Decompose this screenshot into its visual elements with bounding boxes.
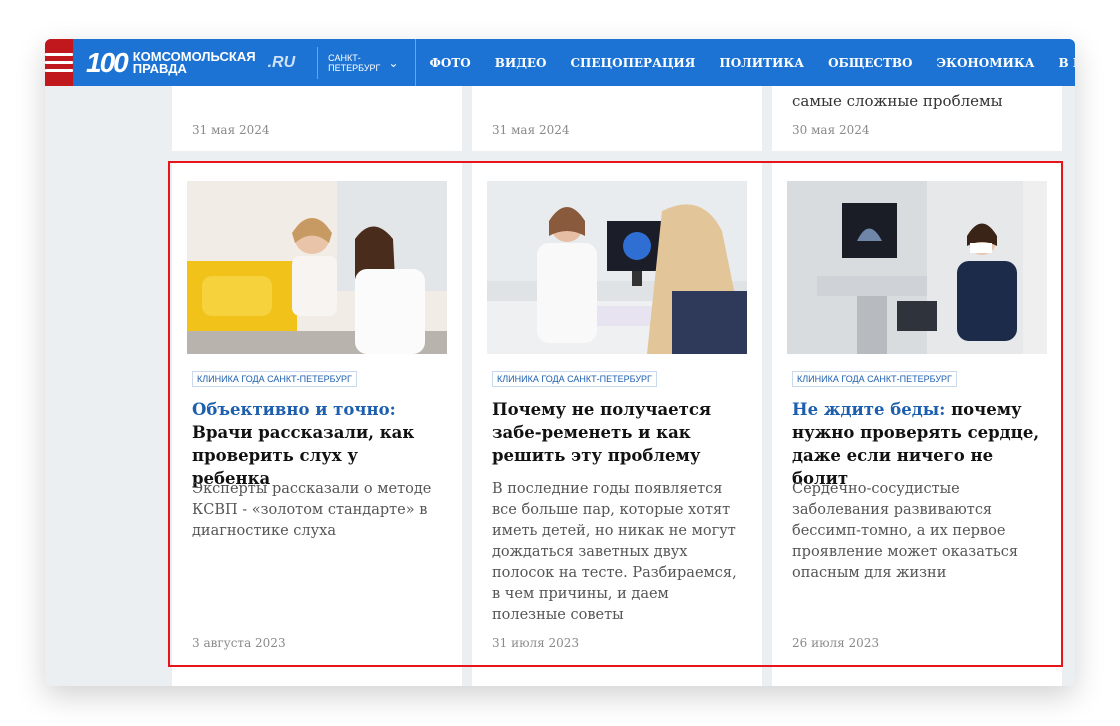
article-title[interactable]: Не ждите беды: почему нужно проверять се… <box>792 398 1040 490</box>
browser-frame: 100 Комсомольская правда .RU Санкт- Пете… <box>45 39 1075 686</box>
article-tag[interactable]: Клиника года Санкт-Петербург <box>492 371 657 387</box>
city-line-1: Санкт- <box>328 52 361 63</box>
article-title[interactable]: Объективно и точно: Врачи рассказали, ка… <box>192 398 440 490</box>
logo-ru-mark: .RU <box>267 53 296 71</box>
city-selector[interactable]: Санкт- Петербург ⌄ <box>317 46 399 79</box>
article-description-fragment: самые сложные проблемы <box>792 92 1003 110</box>
article-date: 30 мая 2024 <box>792 123 870 137</box>
article-card-top[interactable]: 31 мая 2024 <box>472 86 762 151</box>
article-image-heart-ultrasound[interactable] <box>787 181 1047 354</box>
main-nav: Фото Видео Спецоперация Политика Обществ… <box>414 39 1075 86</box>
article-card[interactable]: Клиника года Санкт-Петербург Не ждите бе… <box>772 163 1062 686</box>
article-date: 31 мая 2024 <box>492 123 570 137</box>
article-image-fertility-consultation[interactable] <box>487 181 747 354</box>
article-date: 3 августа 2023 <box>192 636 286 650</box>
menu-line-icon <box>45 61 73 64</box>
article-date: 26 июля 2023 <box>792 636 880 650</box>
article-title[interactable]: Почему не получается забе-ременеть и как… <box>492 398 740 467</box>
article-photo <box>787 181 1047 354</box>
article-card[interactable]: Клиника года Санкт-Петербург Почему не п… <box>472 163 762 686</box>
article-photo <box>487 181 747 354</box>
article-tag[interactable]: Клиника года Санкт-Петербург <box>192 371 357 387</box>
city-line-2: Петербург <box>328 62 381 73</box>
article-photo <box>187 181 447 354</box>
article-card[interactable]: Клиника года Санкт-Петербург Объективно … <box>172 163 462 686</box>
menu-line-icon <box>45 53 73 56</box>
article-title-highlight: Объективно и точно: <box>192 400 396 419</box>
nav-item-politika[interactable]: Политика <box>719 56 804 70</box>
article-description: Сердечно-сосудистые заболевания развиваю… <box>792 481 1019 581</box>
nav-item-video[interactable]: Видео <box>495 56 547 70</box>
article-card-top[interactable]: самые сложные проблемы 30 мая 2024 <box>772 86 1062 151</box>
article-description: Эксперты рассказали о методе КСВП - «зол… <box>192 481 432 539</box>
hamburger-menu-button[interactable] <box>45 39 73 86</box>
article-grid: 31 мая 2024 31 мая 2024 самые сложные пр… <box>168 86 1063 686</box>
logo-100-mark: 100 <box>86 46 129 78</box>
city-label: Санкт- Петербург <box>328 53 380 73</box>
article-title-text: Почему не получается забе-ременеть и как… <box>492 400 712 465</box>
nav-item-specoperacia[interactable]: Спецоперация <box>570 56 695 70</box>
article-date: 31 мая 2024 <box>192 123 270 137</box>
article-card-top[interactable]: 31 мая 2024 <box>172 86 462 151</box>
article-date: 31 июля 2023 <box>492 636 580 650</box>
article-image-hearing-test[interactable] <box>187 181 447 354</box>
logo-line-2: правда <box>132 60 187 76</box>
article-description: В последние годы появляется все больше п… <box>492 481 737 623</box>
chevron-down-icon: ⌄ <box>388 55 399 70</box>
logo-wordmark: Комсомольская правда <box>132 50 256 76</box>
nav-item-ekonomika[interactable]: Экономика <box>937 56 1035 70</box>
top-navigation-bar: 100 Комсомольская правда .RU Санкт- Пете… <box>45 39 1075 86</box>
article-title-highlight: Не ждите беды: <box>792 400 946 419</box>
nav-item-obshestvo[interactable]: Общество <box>828 56 912 70</box>
menu-line-icon <box>45 69 73 72</box>
article-tag[interactable]: Клиника года Санкт-Петербург <box>792 371 957 387</box>
nav-item-v-mire[interactable]: В ми <box>1059 56 1075 70</box>
nav-item-foto[interactable]: Фото <box>430 56 471 70</box>
site-logo[interactable]: 100 Комсомольская правда .RU <box>86 39 295 86</box>
